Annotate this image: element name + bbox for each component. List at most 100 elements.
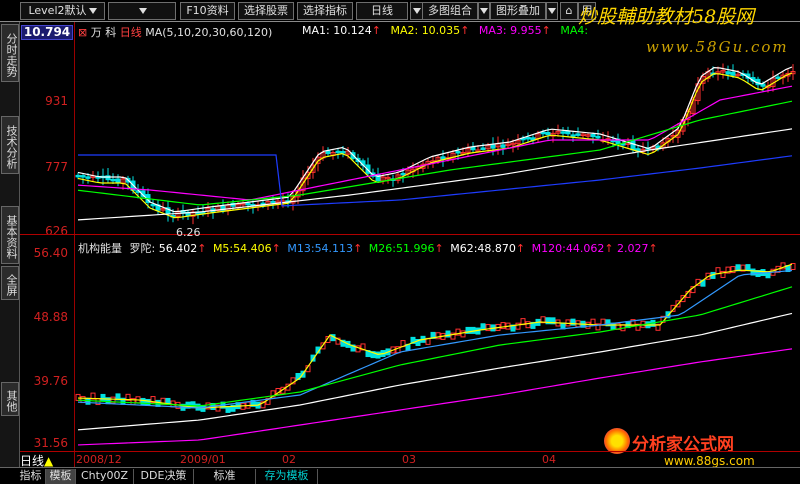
- tab-technical[interactable]: 技术分析: [1, 116, 19, 174]
- indicator-bar: [200, 404, 206, 412]
- candle-body: [730, 71, 736, 76]
- candle-body: [270, 200, 276, 204]
- price-axis-label: 931: [45, 94, 68, 108]
- indicator-info-line: 机构能量 罗陀: 56.402↑ M5:54.406↑ M13:54.113↑ …: [78, 240, 658, 256]
- date-label: 2008/12: [76, 453, 122, 466]
- indicator-axis-label: 39.76: [33, 374, 68, 388]
- candle-body: [540, 131, 546, 135]
- tab-save-template[interactable]: 存为模板: [256, 469, 318, 484]
- candle-body: [525, 136, 531, 140]
- indicator-bar: [100, 393, 106, 401]
- multi-combo-button[interactable]: 多图组合: [422, 2, 478, 20]
- candle-body: [575, 133, 581, 136]
- period-button[interactable]: 日线: [356, 2, 408, 20]
- period-label: 日线: [20, 454, 45, 468]
- tab-fullscreen[interactable]: 全屏: [1, 266, 19, 300]
- date-axis: 日线▲ 2008/12 2009/01 02 03 04: [20, 451, 800, 468]
- m5-value: 54.406: [233, 242, 272, 255]
- m13-label: M13:: [287, 242, 315, 255]
- indicator-m13-line: [77, 269, 793, 409]
- up-arrow-icon: ↑: [197, 242, 207, 255]
- indicator-axis-label: 56.40: [33, 246, 68, 260]
- date-label: 04: [542, 453, 556, 466]
- dropdown-icon: [413, 8, 421, 14]
- ma-params: MA(5,10,20,30,60,120): [145, 26, 273, 39]
- tab-indicator[interactable]: 指标: [16, 469, 46, 484]
- ma2-label: MA2:: [390, 24, 419, 37]
- ma2-value: 10.035: [421, 24, 461, 37]
- tab-chty00z[interactable]: Chty00Z: [76, 469, 134, 484]
- indicator-bar: [745, 264, 751, 272]
- overlay-button[interactable]: 图形叠加: [490, 2, 546, 20]
- m26-value: 51.996: [395, 242, 435, 255]
- dropdown-icon: [548, 8, 556, 14]
- combo-dropdown[interactable]: [478, 2, 490, 20]
- dropdown-icon: [480, 8, 488, 14]
- stock-name: 万 科: [90, 26, 117, 39]
- triangle-up-icon: ▲: [44, 454, 54, 468]
- candle-body: [340, 151, 346, 154]
- up-arrow-icon: ↑: [648, 242, 658, 255]
- brand-title: 炒股輔助教材58股网: [578, 6, 755, 28]
- indicator-axis-label: 48.88: [33, 310, 68, 324]
- candle-body: [565, 130, 571, 135]
- candle-body: [455, 151, 461, 154]
- period-label: 日线: [371, 4, 393, 17]
- candle-body: [245, 202, 251, 206]
- panel-divider: [20, 234, 800, 235]
- candle-body: [470, 146, 476, 151]
- select-indicator-button[interactable]: 选择指标: [297, 2, 353, 20]
- candle-body: [150, 203, 156, 207]
- date-label: 02: [282, 453, 296, 466]
- tab-other[interactable]: 其他: [1, 382, 19, 416]
- tab-dde[interactable]: DDE决策: [134, 469, 194, 484]
- tab-template[interactable]: 模板: [46, 469, 76, 484]
- date-label: 03: [402, 453, 416, 466]
- candle-body: [480, 147, 486, 150]
- indicator-bar: [515, 322, 521, 330]
- up-arrow-icon: ↑: [353, 242, 363, 255]
- candle-body: [400, 172, 406, 176]
- ma4-label: MA4:: [560, 24, 589, 37]
- select-stock-button[interactable]: 选择股票: [238, 2, 294, 20]
- indicator-name: 罗陀:: [129, 242, 156, 255]
- indicator-bar: [75, 393, 81, 401]
- candle-body: [775, 76, 781, 80]
- m62-value: 48.870: [477, 242, 516, 255]
- candle-body: [725, 71, 731, 75]
- candle-body: [105, 175, 111, 181]
- lock-button[interactable]: ⌂: [560, 2, 578, 20]
- ma20-line: [77, 85, 793, 201]
- indicator-bar: [225, 405, 231, 413]
- up-arrow-icon: ↑: [460, 24, 470, 37]
- tab-intraday[interactable]: 分时走势: [1, 24, 19, 82]
- candle-body: [325, 150, 331, 155]
- candle-body: [115, 178, 121, 184]
- dropdown-icon: [139, 8, 147, 14]
- candle-body: [570, 134, 576, 137]
- indicator-bar: [460, 330, 466, 338]
- stock-code-field[interactable]: [108, 2, 176, 20]
- ma-values: MA1: 10.124↑ MA2: 10.035↑ MA3: 9.955↑ MA…: [302, 24, 588, 37]
- dropdown-icon: [88, 8, 97, 14]
- candle-body: [500, 144, 506, 148]
- level2-button[interactable]: Level2默认: [20, 2, 105, 20]
- m120-value: 44.062: [565, 242, 605, 255]
- up-arrow-icon: ↑: [271, 242, 281, 255]
- candle-body: [560, 131, 566, 134]
- candle-body: [545, 131, 551, 136]
- indicator-title: 机构能量: [78, 242, 122, 255]
- ma1-value: 10.124: [333, 24, 372, 37]
- up-arrow-icon: ↑: [541, 24, 551, 37]
- f10-button[interactable]: F10资料: [180, 2, 235, 20]
- low-price-marker: 6.26: [176, 226, 201, 239]
- bottom-tab-bar: 指标 模板 Chty00Z DDE决策 标准 存为模板: [0, 467, 800, 484]
- m13-value: 54.113: [314, 242, 354, 255]
- tab-standard[interactable]: 标准: [194, 469, 256, 484]
- overlay-dropdown[interactable]: [546, 2, 558, 20]
- ma60-line: [77, 128, 793, 221]
- indicator-m62-line: [77, 312, 793, 431]
- current-price: 10.794: [21, 25, 73, 40]
- tab-fundamentals[interactable]: 基本资料: [1, 206, 19, 264]
- stock-flag-icon: ⊠: [78, 26, 88, 39]
